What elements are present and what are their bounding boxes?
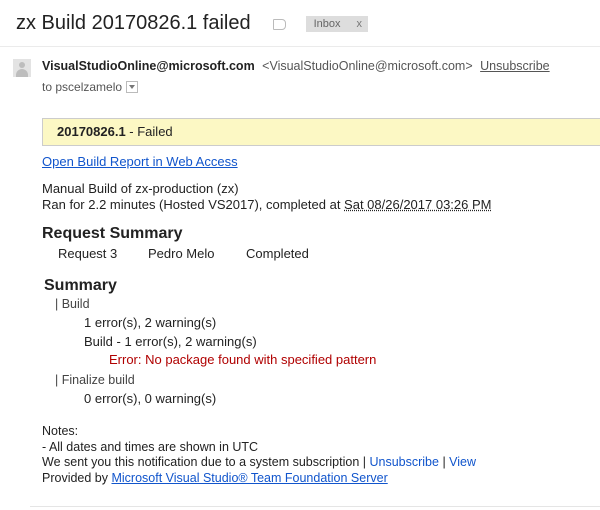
build-number: 20170826.1 <box>57 124 126 139</box>
unsubscribe-footer-link[interactable]: Unsubscribe <box>369 455 438 469</box>
inbox-label-text: Inbox <box>313 17 341 30</box>
email-subject-row: zx Build 20170826.1 failed Inbox x <box>16 12 369 35</box>
remove-label-button[interactable]: x <box>357 18 363 30</box>
sender-name[interactable]: VisualStudioOnline@microsoft.com <box>42 59 255 73</box>
sender-row: VisualStudioOnline@microsoft.com <Visual… <box>42 59 550 73</box>
build-step-counts: Build - 1 error(s), 2 warning(s) <box>84 334 257 349</box>
tfs-product-link[interactable]: Microsoft Visual Studio® Team Foundation… <box>111 471 387 485</box>
completed-date: Sat 08/26/2017 03:26 PM <box>344 197 492 212</box>
header-divider <box>0 46 600 47</box>
build-status-banner: 20170826.1 - Failed <box>42 118 600 146</box>
unsubscribe-link[interactable]: Unsubscribe <box>480 59 549 73</box>
error-message: Error: No package found with specified p… <box>109 352 377 367</box>
notification-line: We sent you this notification due to a s… <box>42 455 477 469</box>
footer-divider <box>30 506 600 507</box>
recipient-row: to pscelzamelo <box>42 80 139 94</box>
build-section-title: | Build <box>55 297 90 311</box>
finalize-section-title: | Finalize build <box>55 373 135 387</box>
request-summary-heading: Request Summary <box>42 225 183 242</box>
view-link[interactable]: View <box>449 455 476 469</box>
build-description-line: Manual Build of zx-production (zx) <box>42 181 239 196</box>
recipient-text: to pscelzamelo <box>42 80 123 94</box>
open-build-report-link[interactable]: Open Build Report in Web Access <box>42 154 238 169</box>
label-icon[interactable] <box>272 19 286 30</box>
email-subject: zx Build 20170826.1 failed <box>16 12 251 34</box>
request-user: Pedro Melo <box>148 246 215 261</box>
request-status: Completed <box>246 246 309 261</box>
notes-utc-line: - All dates and times are shown in UTC <box>42 439 259 454</box>
build-counts: 1 error(s), 2 warning(s) <box>84 315 217 330</box>
finalize-counts: 0 error(s), 0 warning(s) <box>84 391 217 406</box>
build-status: - Failed <box>125 124 173 139</box>
notes-section: Notes: - All dates and times are shown i… <box>42 424 476 486</box>
notes-title: Notes: <box>42 424 79 438</box>
build-description: Manual Build of zx-production (zx) Ran f… <box>42 181 492 213</box>
details-dropdown-icon[interactable] <box>126 81 139 93</box>
sender-avatar-icon <box>13 59 31 77</box>
provided-by-line: Provided by Microsoft Visual Studio® Tea… <box>42 470 388 485</box>
summary-heading: Summary <box>44 277 117 294</box>
inbox-label-tag[interactable]: Inbox x <box>305 15 369 32</box>
build-duration-line: Ran for 2.2 minutes (Hosted VS2017), com… <box>42 197 492 212</box>
sender-email: <VisualStudioOnline@microsoft.com> <box>262 59 473 73</box>
request-id: Request 3 <box>58 246 118 261</box>
